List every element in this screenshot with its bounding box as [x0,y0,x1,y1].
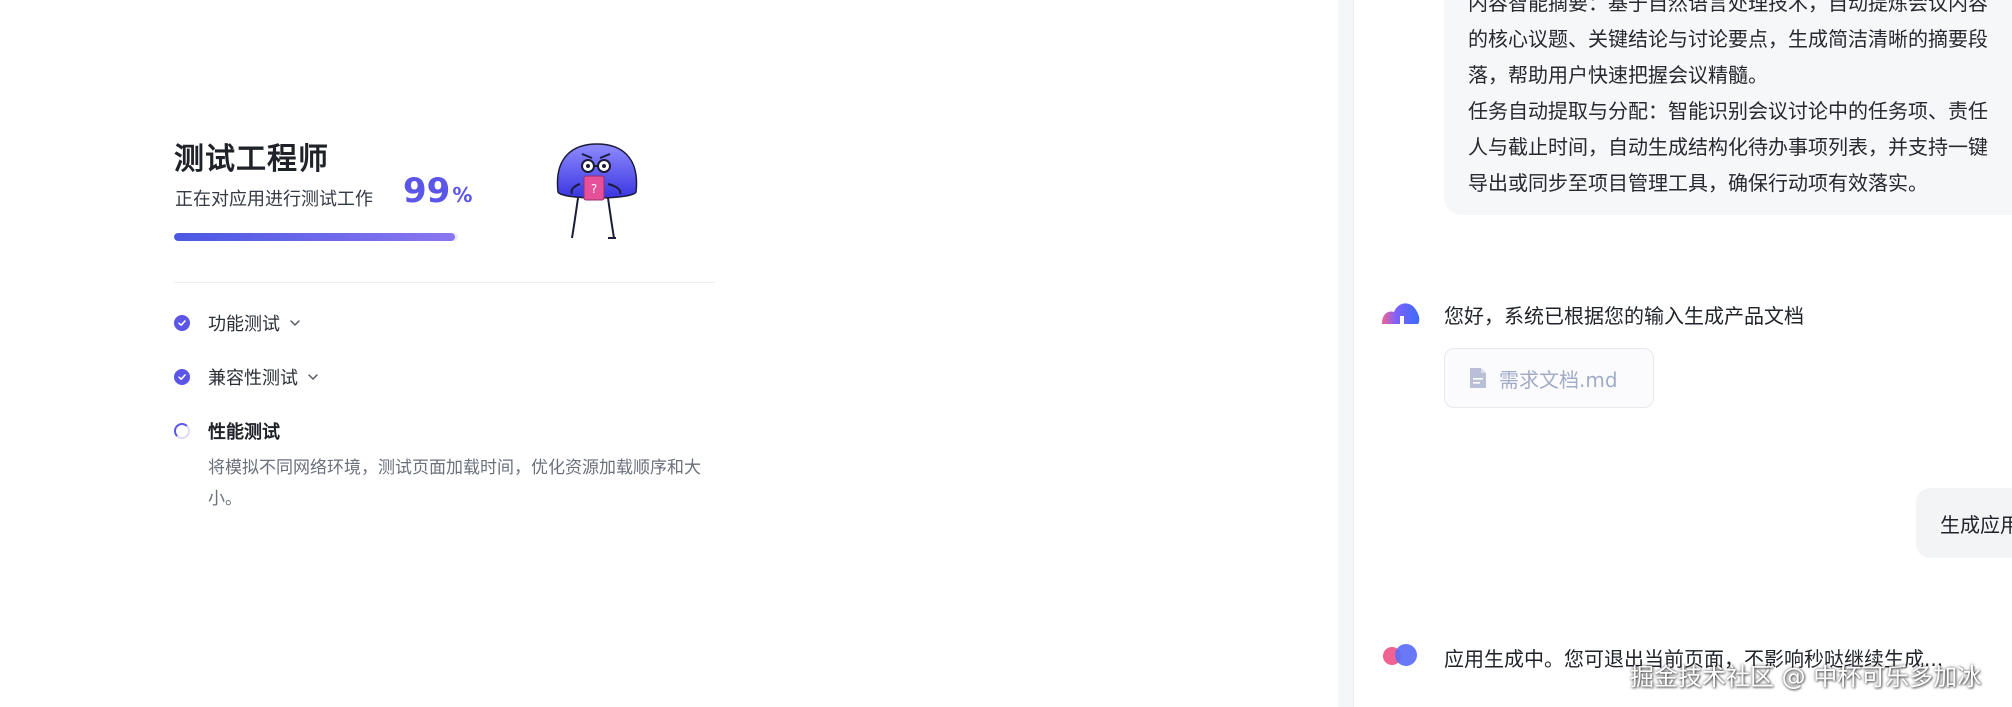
bot-status-avatar-icon [1380,642,1420,670]
watermark-text: 掘金技术社区 @ 中杯可乐多加冰 [1630,663,1982,691]
agent-title: 测试工程师 [174,142,329,177]
message-line: 导出或同步至项目管理工具，确保行动项有效落实。 [1468,171,1928,195]
message-line: 的核心议题、关键结论与讨论要点，生成简洁清晰的摘要段 [1468,27,1988,51]
progress-unit: % [452,183,473,207]
progress-value: 99 [403,171,451,211]
message-line: 落，帮助用户快速把握会议精髓。 [1468,63,1768,87]
progress-bar [174,233,458,241]
message-line: 人与截止时间，自动生成结构化待办事项列表，并支持一键 [1468,135,1988,159]
attachment-card[interactable]: 需求文档.md [1444,348,1654,408]
attachment-name: 需求文档.md [1499,367,1618,392]
check-circle-icon [174,315,190,331]
pane-divider[interactable] [1338,0,1354,707]
task-item-performance[interactable]: 性能测试 [174,418,280,444]
document-icon [1469,367,1487,389]
chat-pane: 内容智能摘要：基于自然语言处理技术，自动提炼会议内容 的核心议题、关键结论与讨论… [1354,0,2012,707]
agent-subtitle: 正在对应用进行测试工作 [175,189,373,210]
section-divider [174,282,715,283]
tester-panel: 测试工程师 正在对应用进行测试工作 99% ? 功能测试 兼容性测试 性能测试 … [0,0,1338,707]
svg-text:?: ? [591,182,597,196]
loading-spinner-icon [174,423,190,439]
chevron-down-icon[interactable] [306,370,320,384]
check-circle-icon [174,369,190,385]
message-line: 任务自动提取与分配：智能识别会议讨论中的任务项、责任 [1468,99,1988,123]
task-item-compatibility[interactable]: 兼容性测试 [174,364,320,390]
user-message: 生成应用 [1940,513,2012,537]
task-label: 兼容性测试 [208,368,298,389]
task-label: 性能测试 [208,422,280,443]
progress-percent: 99% [403,171,472,211]
task-item-functional[interactable]: 功能测试 [174,310,302,336]
chevron-down-icon[interactable] [288,316,302,330]
task-label: 功能测试 [208,314,280,335]
task-description: 将模拟不同网络环境，测试页面加载时间，优化资源加载顺序和大小。 [208,458,701,509]
bot-message: 您好，系统已根据您的输入生成产品文档 [1444,304,1804,328]
bot-avatar-icon [1380,298,1420,326]
message-line: 内容智能摘要：基于自然语言处理技术，自动提炼会议内容 [1468,0,1988,15]
progress-bar-fill [174,233,456,241]
bot-message-text: 内容智能摘要：基于自然语言处理技术，自动提炼会议内容 的核心议题、关键结论与讨论… [1468,0,2012,201]
mushroom-mascot-icon: ? [552,138,642,240]
